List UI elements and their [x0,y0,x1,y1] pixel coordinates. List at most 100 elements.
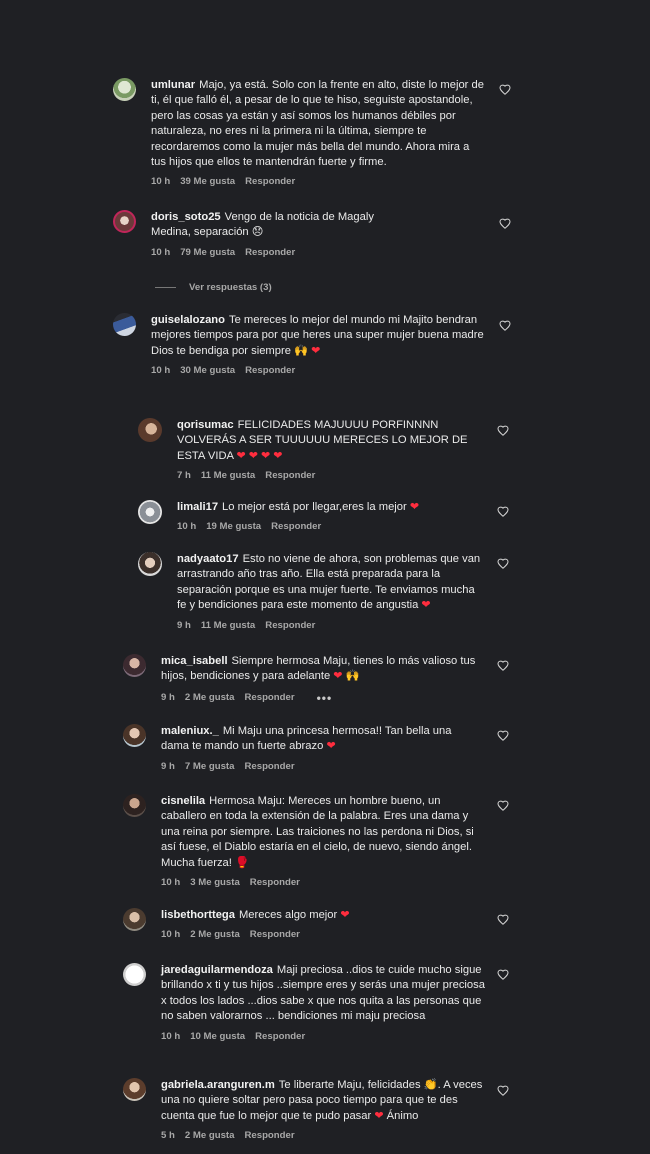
comment-time: 10 h [151,246,171,258]
heart-emoji: ❤ [340,909,350,921]
like-heart-icon[interactable] [497,425,509,436]
comment-likes[interactable]: 2 Me gusta [185,1130,235,1141]
comment-text: Majo, ya está. Solo con la frente en alt… [151,79,484,169]
like-heart-icon[interactable] [497,660,509,671]
comment-time: 10 h [161,929,181,941]
comment-username[interactable]: guiselalozano [151,314,225,326]
comment-guiselalozano: guiselalozano Te mereces lo mejor del mun… [113,313,485,376]
avatar[interactable] [123,963,146,986]
comment-time: 10 h [177,521,197,533]
reply-button[interactable]: Responder [245,247,295,258]
avatar[interactable] [113,210,136,233]
comment-time: 7 h [177,470,191,482]
comment-mica_isabell: mica_isabell Siempre hermosa Maju, tienes… [123,654,488,705]
comment-username[interactable]: lisbethorttega [161,909,235,921]
comment-text: Mereces algo mejor [238,909,338,921]
avatar[interactable] [138,552,162,576]
reply-button[interactable]: Responder [244,1130,294,1141]
reply-button[interactable]: Responder [255,1031,305,1042]
like-heart-icon[interactable] [497,800,509,811]
comment-username[interactable]: qorisumac [177,419,234,431]
tail-emoji: 🙌 [345,670,360,683]
comment-likes[interactable]: 39 Me gusta [180,176,235,187]
comment-gabriela-aranguren: gabriela.aranguren.m Te liberarte Maju, f… [123,1078,488,1141]
heart-emoji: ❤ [409,501,420,513]
avatar[interactable] [138,418,162,442]
comment-likes[interactable]: 3 Me gusta [190,877,240,888]
avatar[interactable] [123,724,146,747]
reply-button[interactable]: Responder [245,176,295,187]
comment-jaredaguilarmendoza: jaredaguilarmendoza Maji preciosa ..dios … [123,963,488,1042]
comment-likes[interactable]: 10 Me gusta [190,1031,245,1042]
comment-lisbethorttega: lisbethorttega Mereces algo mejor ❤ 10 h … [123,908,488,940]
comment-time: 10 h [161,1030,181,1042]
reply-button[interactable]: Responder [244,761,294,772]
comment-umlunar: umlunar Majo, ya está. Solo con la frente… [113,78,485,187]
avatar[interactable] [113,313,136,336]
heart-emoji: ❤ [333,670,343,683]
like-heart-icon[interactable] [497,730,509,741]
avatar[interactable] [113,78,136,101]
heart-emoji: ❤ [374,1109,384,1122]
comment-username[interactable]: cisnelila [161,795,205,807]
avatar[interactable] [138,500,162,524]
comment-likes[interactable]: 30 Me gusta [180,365,235,376]
reply-limali17: limali17 Lo mejor está por llegar,eres la… [138,500,488,532]
view-replies-button[interactable]: Ver respuestas (3) [155,282,272,293]
comment-likes[interactable]: 2 Me gusta [185,692,235,703]
like-heart-icon[interactable] [499,320,511,331]
like-heart-icon[interactable] [497,558,509,569]
avatar[interactable] [123,654,146,677]
heart-emoji: ❤ ❤ ❤ ❤ [236,449,283,462]
comment-text: Lo mejor está por llegar,eres la mejor [222,501,407,513]
avatar[interactable] [123,1078,146,1101]
comment-username[interactable]: limali17 [177,501,218,513]
comment-likes[interactable]: 11 Me gusta [201,470,255,481]
comment-username[interactable]: doris_soto25 [151,211,221,223]
reply-button[interactable]: Responder [250,877,300,888]
reply-button[interactable]: Responder [250,929,300,940]
reply-button[interactable]: Responder [265,620,315,631]
comment-time: 10 h [161,877,181,889]
comment-time: 9 h [161,760,175,772]
comment-text: Hermosa Maju: Mereces un hombre bueno, u… [161,795,474,869]
avatar[interactable] [123,908,146,931]
like-heart-icon[interactable] [497,1085,509,1096]
tail-text: Ánimo [386,1109,419,1122]
comment-likes[interactable]: 79 Me gusta [180,247,235,258]
comment-username[interactable]: umlunar [151,79,195,91]
like-heart-icon[interactable] [499,218,511,229]
divider-line [155,287,176,288]
like-heart-icon[interactable] [497,914,509,925]
reply-nadyaato17: nadyaato17 Esto no viene de ahora, son pr… [138,552,488,631]
heart-emoji: ❤ [326,740,336,753]
comment-username[interactable]: mica_isabell [161,655,228,667]
reply-button[interactable]: Responder [271,521,321,532]
like-heart-icon[interactable] [499,84,511,95]
comment-time: 10 h [151,176,171,188]
comment-maleniux: maleniux._ Mi Maju una princesa hermosa!!… [123,724,488,772]
comment-username[interactable]: nadyaato17 [177,553,239,565]
comment-username[interactable]: jaredaguilarmendoza [161,964,273,976]
comment-likes[interactable]: 7 Me gusta [185,761,235,772]
reply-button[interactable]: Responder [265,470,315,481]
comment-time: 9 h [161,692,175,704]
reply-qorisumac: qorisumac FELICIDADES MAJUUUU PORFINNNN V… [138,418,488,481]
like-heart-icon[interactable] [497,506,509,517]
comment-likes[interactable]: 2 Me gusta [190,929,240,940]
view-replies-label: Ver respuestas (3) [189,282,272,293]
like-heart-icon[interactable] [497,969,509,980]
reply-button[interactable]: Responder [244,692,294,703]
heart-emoji: ❤ [421,599,431,612]
comment-time: 9 h [177,619,191,631]
comment-time: 10 h [151,365,171,377]
comment-time: 5 h [161,1130,175,1142]
comment-likes[interactable]: 19 Me gusta [206,521,261,532]
comment-username[interactable]: maleniux._ [161,725,219,737]
comment-username[interactable]: gabriela.aranguren.m [161,1079,275,1091]
avatar[interactable] [123,794,146,817]
comment-doris_soto25: doris_soto25 Vengo de la noticia de Magal… [113,210,485,258]
comment-likes[interactable]: 11 Me gusta [201,620,255,631]
reply-button[interactable]: Responder [245,365,295,376]
more-options-icon[interactable]: ••• [317,691,333,705]
